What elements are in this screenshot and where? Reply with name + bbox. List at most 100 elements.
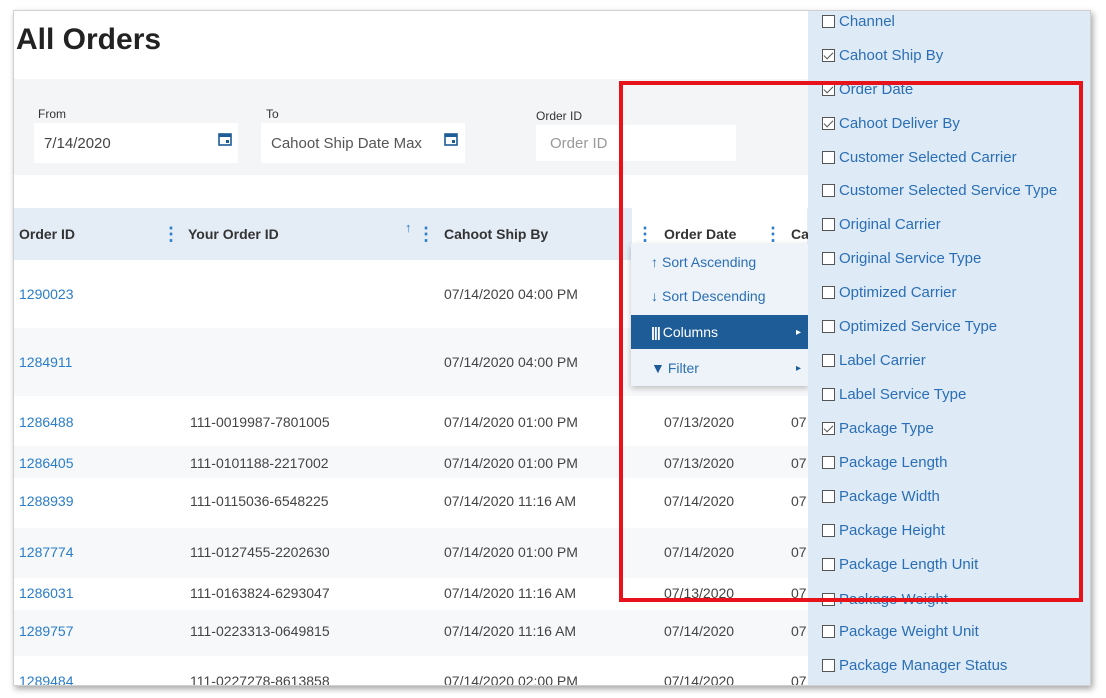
column-option-package-height[interactable]: Package Height — [822, 520, 945, 540]
column-option-package-length-unit[interactable]: Package Length Unit — [822, 554, 978, 574]
table-row[interactable]: 1286405 111-0101188-2217002 07/14/2020 0… — [14, 446, 809, 478]
kebab-menu-icon[interactable]: ⋮ — [162, 222, 180, 246]
partial-cell: 07 — [791, 585, 807, 601]
column-option-original-service-type[interactable]: Original Service Type — [822, 248, 981, 268]
checkbox[interactable] — [822, 82, 835, 96]
filter-icon: ▼ — [651, 360, 665, 376]
sort-ascending-icon: ↑ — [405, 220, 412, 235]
checkbox[interactable] — [822, 421, 835, 435]
ship-by-cell: 07/14/2020 11:16 AM — [444, 585, 577, 601]
order-id-link[interactable]: 1290023 — [19, 286, 74, 302]
column-option-cahoot-deliver-by[interactable]: Cahoot Deliver By — [822, 113, 960, 133]
filter-bar: From 7/14/2020 To Cahoot Ship Date Max O… — [14, 79, 814, 175]
table-row[interactable]: 1287774 111-0127455-2202630 07/14/2020 0… — [14, 528, 809, 578]
ship-by-cell: 07/14/2020 01:00 PM — [444, 544, 578, 560]
column-header-your-order-id[interactable]: Your Order ID — [188, 208, 279, 260]
column-option-package-weight-unit[interactable]: Package Weight Unit — [822, 621, 979, 641]
partial-cell: 07 — [791, 623, 807, 639]
column-option-label-service-type[interactable]: Label Service Type — [822, 384, 966, 404]
checkbox[interactable] — [822, 116, 835, 130]
your-order-id-cell: 111-0227278-8613858 — [190, 673, 330, 686]
column-option-cahoot-ship-by[interactable]: Cahoot Ship By — [822, 45, 943, 65]
checkbox[interactable] — [822, 523, 835, 537]
table-row[interactable]: 1286031 111-0163824-6293047 07/14/2020 1… — [14, 578, 809, 610]
checkbox[interactable] — [822, 624, 835, 638]
table-row[interactable]: 1286488 111-0019987-7801005 07/14/2020 0… — [14, 396, 809, 446]
checkbox[interactable] — [822, 387, 835, 401]
order-id-link[interactable]: 1289757 — [19, 623, 74, 639]
column-header-cahoot-ship-by[interactable]: Cahoot Ship By — [444, 208, 548, 260]
to-date-field[interactable]: Cahoot Ship Date Max — [261, 123, 465, 163]
column-option-original-carrier[interactable]: Original Carrier — [822, 214, 941, 234]
column-option-package-type[interactable]: Package Type — [822, 418, 934, 438]
checkbox[interactable] — [822, 285, 835, 299]
checkbox[interactable] — [822, 319, 835, 333]
ship-by-cell: 07/14/2020 01:00 PM — [444, 455, 578, 471]
order-date-cell: 07/13/2020 — [664, 414, 735, 430]
checkbox[interactable] — [822, 183, 835, 197]
column-option-package-manager-status[interactable]: Package Manager Status — [822, 655, 1007, 675]
your-order-id-cell: 111-0101188-2217002 — [190, 455, 329, 471]
checkbox[interactable] — [822, 658, 835, 672]
kebab-menu-icon[interactable]: ⋮ — [417, 222, 435, 246]
kebab-menu-icon[interactable]: ⋮ — [636, 222, 654, 246]
from-date-field[interactable]: 7/14/2020 — [34, 123, 238, 163]
your-order-id-cell: 111-0115036-6548225 — [190, 493, 329, 509]
column-option-package-width[interactable]: Package Width — [822, 486, 940, 506]
checkbox[interactable] — [822, 14, 835, 28]
to-label: To — [266, 107, 279, 121]
checkbox[interactable] — [822, 251, 835, 265]
column-option-optimized-carrier[interactable]: Optimized Carrier — [822, 282, 957, 302]
order-date-cell: 07/14/2020 — [664, 493, 735, 509]
column-option-customer-selected-carrier[interactable]: Customer Selected Carrier — [822, 147, 1017, 167]
column-option-order-date[interactable]: Order Date — [822, 79, 913, 99]
filter-menu-item[interactable]: ▼ Filter ▸ — [631, 351, 809, 385]
column-option-customer-selected-service-type[interactable]: Customer Selected Service Type — [822, 180, 1057, 200]
order-id-link[interactable]: 1287774 — [19, 544, 74, 560]
column-option-optimized-service-type[interactable]: Optimized Service Type — [822, 316, 997, 336]
ship-by-cell: 07/14/2020 02:00 PM — [444, 673, 578, 686]
columns-menu-item[interactable]: ||| Columns ▸ — [631, 315, 809, 349]
partial-cell: 07 — [791, 673, 807, 686]
ship-by-cell: 07/14/2020 01:00 PM — [444, 414, 578, 430]
calendar-icon[interactable] — [444, 132, 458, 146]
kebab-menu-icon[interactable]: ⋮ — [764, 222, 782, 246]
order-id-link[interactable]: 1284911 — [19, 354, 72, 370]
order-id-field[interactable]: Order ID — [536, 125, 736, 161]
checkbox[interactable] — [822, 592, 835, 606]
arrow-up-icon: ↑ — [651, 254, 658, 270]
sort-descending-item[interactable]: ↓ Sort Descending — [631, 279, 809, 313]
calendar-icon[interactable] — [218, 132, 232, 146]
column-header-order-id[interactable]: Order ID — [19, 208, 75, 260]
partial-cell: 07 — [791, 493, 807, 509]
column-option-package-weight[interactable]: Package Weight — [822, 589, 948, 609]
table-row[interactable]: 1289757 111-0223313-0649815 07/14/2020 1… — [14, 610, 809, 656]
table-row[interactable]: 1288939 111-0115036-6548225 07/14/2020 1… — [14, 478, 809, 528]
order-date-cell: 07/13/2020 — [664, 455, 735, 471]
checkbox[interactable] — [822, 557, 835, 571]
column-option-label-carrier[interactable]: Label Carrier — [822, 350, 926, 370]
column-context-menu: ↑ Sort Ascending ↓ Sort Descending ||| C… — [631, 244, 809, 386]
order-date-cell: 07/14/2020 — [664, 623, 735, 639]
checkbox[interactable] — [822, 455, 835, 469]
order-id-link[interactable]: 1286488 — [19, 414, 74, 430]
order-id-link[interactable]: 1289484 — [19, 673, 74, 685]
ship-by-cell: 07/14/2020 11:16 AM — [444, 493, 577, 509]
checkbox[interactable] — [822, 217, 835, 231]
submenu-arrow-icon: ▸ — [795, 362, 801, 374]
checkbox[interactable] — [822, 353, 835, 367]
column-option-channel[interactable]: Channel — [822, 11, 895, 31]
checkbox[interactable] — [822, 48, 835, 62]
order-id-link[interactable]: 1286405 — [19, 455, 74, 471]
order-id-link[interactable]: 1286031 — [19, 585, 74, 601]
order-id-link[interactable]: 1288939 — [19, 493, 74, 509]
column-option-package-length[interactable]: Package Length — [822, 452, 947, 472]
table-row[interactable]: 1289484 111-0227278-8613858 07/14/2020 0… — [14, 656, 809, 686]
sort-ascending-item[interactable]: ↑ Sort Ascending — [631, 245, 809, 279]
ship-by-cell: 07/14/2020 11:16 AM — [444, 623, 577, 639]
columns-chooser-panel: Channel Cahoot Ship By Order Date Cahoot… — [808, 11, 1090, 685]
checkbox[interactable] — [822, 489, 835, 503]
checkbox[interactable] — [822, 150, 835, 164]
ship-by-cell: 07/14/2020 04:00 PM — [444, 354, 578, 370]
order-date-cell: 07/13/2020 — [664, 585, 735, 601]
